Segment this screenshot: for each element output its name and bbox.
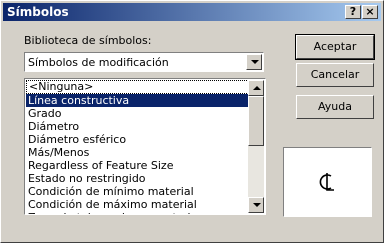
symbol-preview [283,147,372,217]
list-item[interactable]: <Ninguna> [26,80,249,94]
centerline-icon [319,173,334,191]
library-label: Biblioteca de símbolos: [24,34,152,47]
help-title-button[interactable]: ? [345,5,361,19]
list-item[interactable]: Línea constructiva [26,94,249,107]
list-item[interactable]: Diámetro [26,120,249,133]
arrow-up-icon [253,86,261,90]
list-item[interactable]: Estado no restringido [26,172,249,185]
chevron-down-icon [251,60,259,64]
scroll-down-button[interactable] [248,197,264,213]
list-item[interactable]: Grado [26,107,249,120]
library-dropdown-button[interactable] [246,54,262,70]
cancel-button[interactable]: Cancelar [296,63,374,87]
scroll-thumb[interactable] [248,96,264,146]
list-item[interactable]: Condición de máximo material [26,198,249,211]
scroll-up-button[interactable] [248,80,264,96]
symbols-listbox[interactable]: <Ninguna> Línea constructiva Grado Diámetro… [24,78,266,215]
list-scrollbar[interactable] [248,80,264,213]
list-item[interactable]: Más/Menos [26,146,249,159]
list-item[interactable]: Regardless of Feature Size [26,159,249,172]
help-button[interactable]: Ayuda [296,95,374,119]
library-select[interactable]: Símbolos de modificación [24,52,264,72]
list-item[interactable]: Diámetro esférico [26,133,249,146]
close-title-button[interactable]: × [362,5,378,19]
list-item[interactable]: Condición de mínimo material [26,185,249,198]
symbols-dialog: Símbolos ? × Biblioteca de símbolos: Sím… [0,0,384,243]
library-select-value: Símbolos de modificación [28,56,169,69]
list-item[interactable]: Zona de tolerancia proyectada [26,211,249,214]
arrow-down-icon [253,203,261,207]
accept-button[interactable]: Aceptar [295,34,375,60]
symbols-list-items: <Ninguna> Línea constructiva Grado Diámetro… [26,80,249,214]
title-bar[interactable]: Símbolos ? × [3,3,381,21]
window-title: Símbolos [7,5,69,19]
